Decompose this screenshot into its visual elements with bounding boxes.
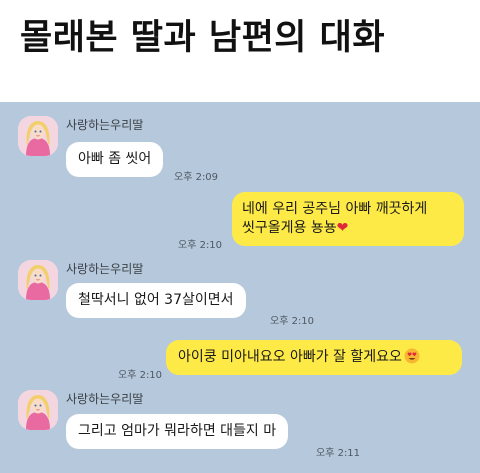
red-heart-icon: ❤	[336, 220, 349, 236]
message-bubble-incoming[interactable]: 그리고 엄마가 뭐라하면 대들지 마	[66, 414, 289, 449]
sender-name: 사랑하는우리딸	[66, 118, 144, 132]
avatar[interactable]	[18, 390, 58, 430]
sender-name: 사랑하는우리딸	[66, 262, 144, 276]
message-time: 오후 2:11	[316, 448, 361, 459]
message-time: 오후 2:10	[178, 240, 223, 251]
message-bubble-outgoing[interactable]: 네에 우리 공주님 아빠 깨끗하게 씻구올게용 뇽뇽❤	[232, 192, 464, 246]
message-text: 아빠 좀 씻어	[78, 151, 152, 167]
heart-eyes-face-icon	[404, 348, 420, 364]
post-title: 몰래본 딸과 남편의 대화	[20, 18, 386, 58]
message-time: 오후 2:09	[174, 172, 219, 183]
sender-name: 사랑하는우리딸	[66, 392, 144, 406]
message-text-line2: 씻구올게용 뇽뇽	[242, 220, 337, 236]
message-text: 그리고 엄마가 뭐라하면 대들지 마	[78, 423, 277, 439]
avatar[interactable]	[18, 260, 58, 300]
profile-photo-icon	[18, 260, 58, 300]
profile-photo-icon	[18, 116, 58, 156]
avatar[interactable]	[18, 116, 58, 156]
profile-photo-icon	[18, 390, 58, 430]
message-time: 오후 2:10	[270, 316, 315, 327]
message-text-line1: 네에 우리 공주님 아빠 깨끗하게	[242, 201, 428, 217]
message-text: 아이쿵 미아내요오 아빠가 잘 할게요오	[178, 349, 402, 365]
message-bubble-incoming[interactable]: 아빠 좀 씻어	[66, 142, 164, 177]
message-time: 오후 2:10	[118, 370, 163, 381]
message-bubble-incoming[interactable]: 철딱서니 없어 37살이면서	[66, 283, 246, 318]
message-text: 철딱서니 없어 37살이면서	[78, 292, 234, 308]
message-bubble-outgoing[interactable]: 아이쿵 미아내요오 아빠가 잘 할게요오	[166, 340, 462, 375]
chat-area[interactable]: 사랑하는우리딸 아빠 좀 씻어 오후 2:09 네에 우리 공주님 아빠 깨끗하…	[0, 102, 480, 473]
